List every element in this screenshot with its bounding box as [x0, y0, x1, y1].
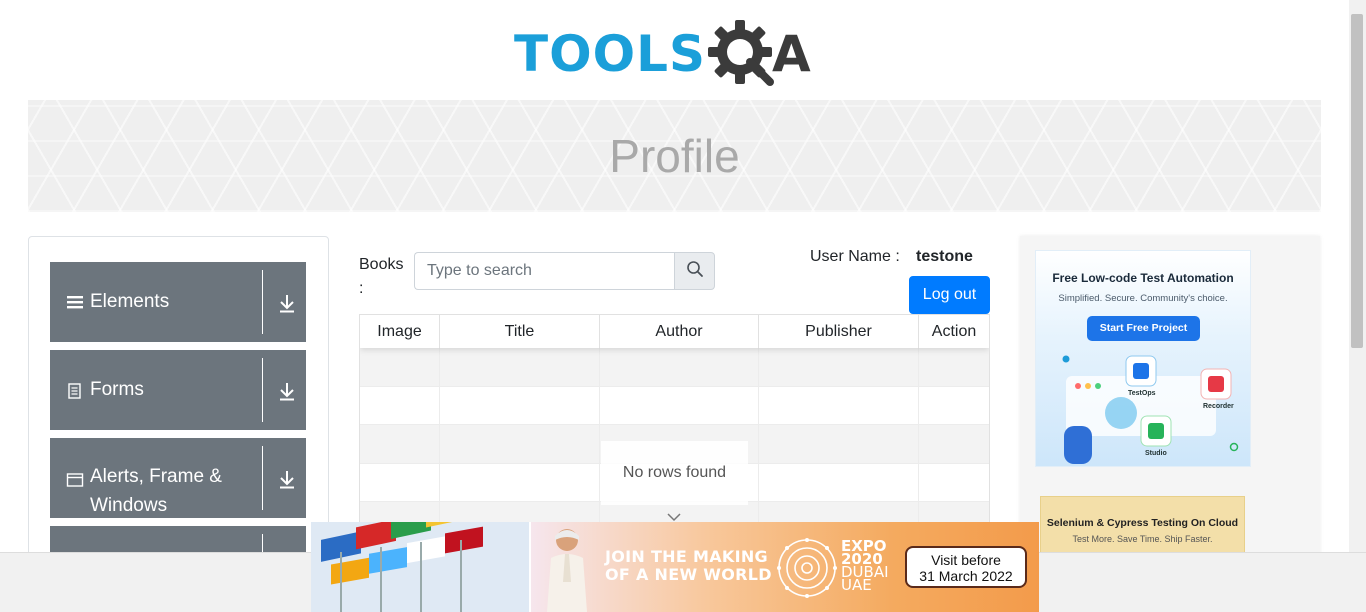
flags-illustration [311, 522, 531, 612]
gear-magnifier-icon [708, 19, 778, 89]
scrollbar-thumb[interactable] [1351, 14, 1363, 348]
ad-katalon[interactable]: Free Low-code Test Automation Simplified… [1035, 250, 1251, 467]
hamburger-icon [66, 293, 84, 311]
sidebar-group-elements[interactable]: Elements [50, 262, 306, 342]
ad-visit-line2: 31 March 2022 [919, 568, 1013, 584]
logout-button[interactable]: Log out [909, 276, 990, 314]
page-banner: Profile [28, 100, 1321, 212]
ad-label-studio: Studio [1145, 450, 1167, 457]
sidebar-group-alerts-frame-windows[interactable]: Alerts, Frame & Windows [50, 438, 306, 518]
group-divider [262, 358, 263, 422]
sidebar-group-forms[interactable]: Forms [50, 350, 306, 430]
page-title: Profile [609, 130, 740, 182]
sidebar-accordion: Elements Forms Alerts, Frame & Windows [28, 236, 329, 566]
ad-headline: JOIN THE MAKING OF A NEW WORLD [605, 548, 775, 584]
table-header: Image Title Author Publisher Action [360, 315, 989, 348]
right-ad-column: Free Low-code Test Automation Simplified… [1020, 236, 1320, 566]
page-scrollbar[interactable] [1349, 0, 1366, 612]
search-icon [686, 260, 704, 283]
user-name-label: User Name : [810, 248, 900, 265]
chevron-down-icon[interactable] [666, 509, 682, 522]
books-table: Image Title Author Publisher Action No r… [359, 314, 990, 554]
sidebar-group-label: Elements [90, 291, 170, 312]
profile-page: TOOLS A Profile Elements Forms Alerts, F… [0, 0, 1366, 612]
sidebar-group-label: Forms [90, 379, 144, 400]
ad-label-recorder: Recorder [1203, 403, 1234, 410]
books-label: Books : [359, 256, 404, 297]
ad-person-figure [527, 522, 607, 612]
logo-text-tools: TOOLS [514, 25, 706, 83]
document-icon [66, 382, 84, 400]
group-divider [262, 446, 263, 510]
table-row [360, 348, 989, 387]
download-arrow-icon [278, 381, 296, 401]
table-row [360, 386, 989, 425]
ad-cloud-testing[interactable]: Selenium & Cypress Testing On Cloud Test… [1040, 496, 1245, 556]
user-name-value: testone [916, 248, 973, 265]
search-box [414, 252, 715, 290]
window-icon [66, 471, 84, 489]
toolsqa-logo[interactable]: TOOLS A [514, 14, 838, 94]
column-header-publisher[interactable]: Publisher [759, 315, 919, 348]
ad-expo-banner[interactable]: JOIN THE MAKING OF A NEW WORLD EXPO 2020… [311, 522, 1039, 612]
ad-subtitle: Test More. Save Time. Ship Faster. [1072, 534, 1213, 544]
ad-headline-line2: OF A NEW WORLD [605, 565, 772, 584]
download-arrow-icon [278, 293, 296, 313]
no-rows-message: No rows found [601, 441, 748, 505]
ad-title: Free Low-code Test Automation [1052, 271, 1234, 285]
expo-brand-line: UAE [841, 576, 872, 594]
expo-logo-icon [775, 536, 839, 600]
column-header-title[interactable]: Title [440, 315, 600, 348]
expo-brand-text: EXPO 2020 DUBAI UAE [841, 539, 901, 594]
column-header-author[interactable]: Author [600, 315, 759, 348]
ad-title: Selenium & Cypress Testing On Cloud [1046, 517, 1239, 529]
download-arrow-icon [278, 469, 296, 489]
ad-subtitle: Simplified. Secure. Community's choice. [1058, 293, 1228, 304]
column-header-action[interactable]: Action [919, 315, 989, 348]
ad-label-testops: TestOps [1128, 390, 1156, 397]
ad-illustration: TestOps Recorder Studio [1046, 351, 1242, 466]
sidebar-group-label: Alerts, Frame & Windows [90, 466, 222, 516]
ad-visit-line1: Visit before [931, 552, 1001, 568]
ad-headline-line1: JOIN THE MAKING [605, 547, 768, 566]
column-header-image[interactable]: Image [360, 315, 440, 348]
group-divider [262, 270, 263, 334]
search-input[interactable] [414, 252, 674, 290]
ad-cta-button[interactable]: Start Free Project [1087, 316, 1200, 341]
ad-visit-button[interactable]: Visit before 31 March 2022 [905, 546, 1027, 588]
search-button[interactable] [674, 252, 715, 290]
